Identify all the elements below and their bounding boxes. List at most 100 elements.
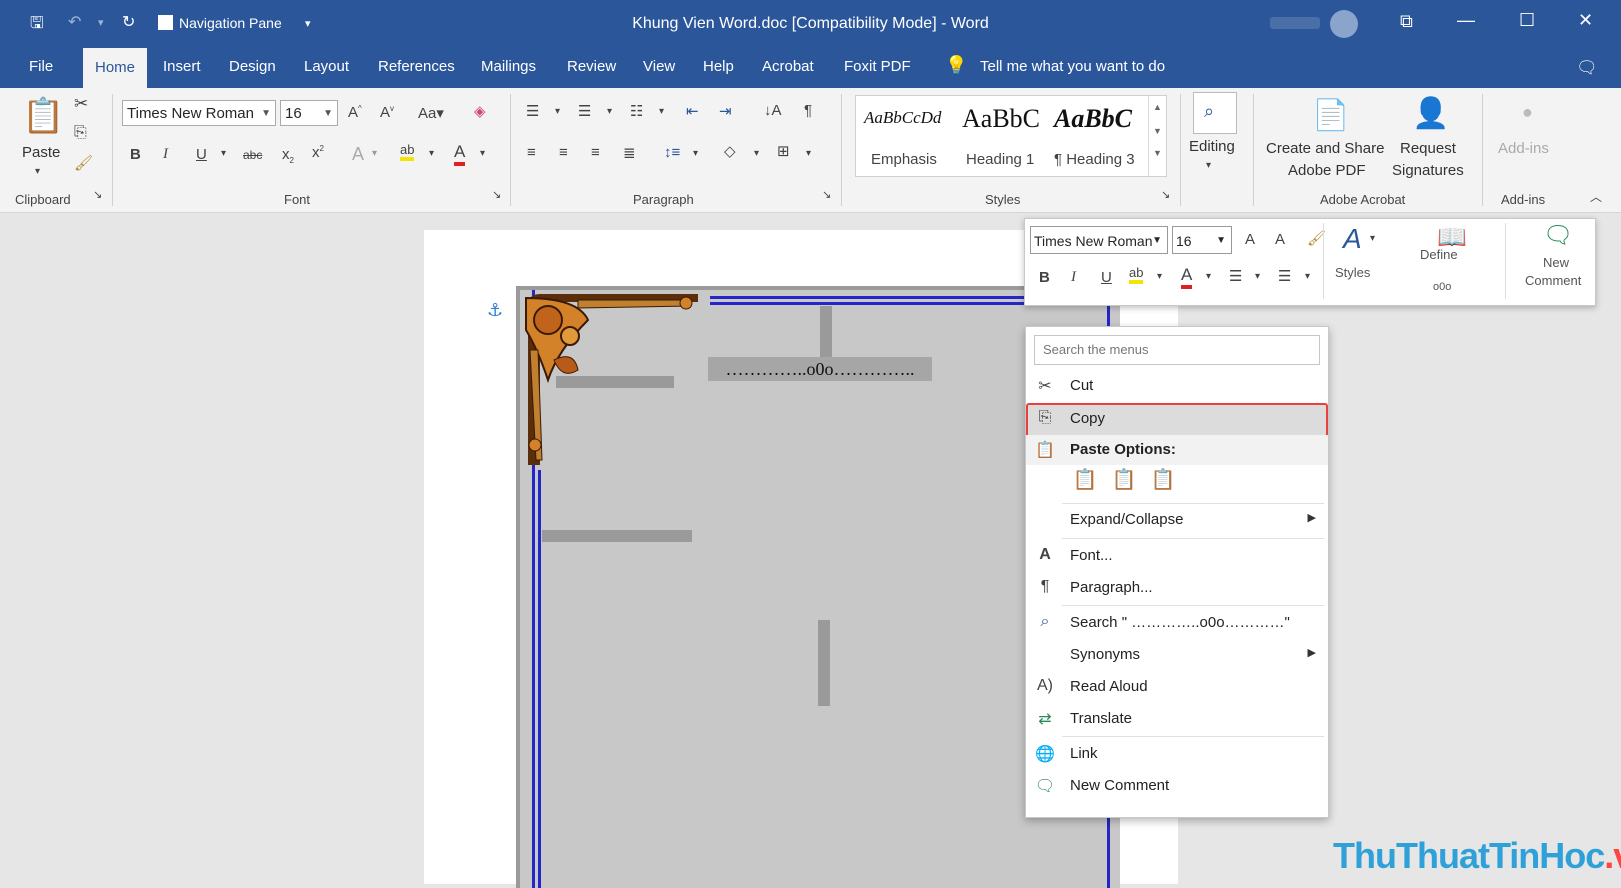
menu-item-new-comment[interactable]: 🗨 New Comment xyxy=(1026,771,1328,801)
bullets-icon[interactable]: ☰ xyxy=(526,102,539,120)
tab-review[interactable]: Review xyxy=(567,58,616,75)
shading-dropdown-icon[interactable]: ▾ xyxy=(754,148,759,159)
style-heading-1[interactable]: AaBbC Heading 1 xyxy=(954,96,1052,176)
underline-icon[interactable]: U xyxy=(196,146,207,163)
mini-styles-label[interactable]: Styles xyxy=(1335,265,1370,280)
menu-item-link[interactable]: 🌐 Link xyxy=(1026,739,1328,769)
bullets-dropdown-icon[interactable]: ▾ xyxy=(1255,271,1260,282)
editing-button[interactable]: ⌕ xyxy=(1193,92,1237,134)
maximize-button[interactable]: ☐ xyxy=(1519,10,1535,31)
align-center-icon[interactable]: ≡ xyxy=(559,144,568,161)
styles-dropdown-icon[interactable]: ▾ xyxy=(1370,233,1375,244)
mini-new-comment-label-1[interactable]: New xyxy=(1543,255,1569,270)
signature-icon[interactable]: 👤 xyxy=(1412,96,1449,131)
tab-foxit-pdf[interactable]: Foxit PDF xyxy=(844,58,911,75)
grow-font-icon[interactable]: A^ xyxy=(348,104,362,121)
tab-mailings[interactable]: Mailings xyxy=(481,58,536,75)
cut-icon[interactable]: ✂ xyxy=(74,94,88,114)
mini-define-label[interactable]: Define xyxy=(1420,247,1458,262)
tab-references[interactable]: References xyxy=(378,58,455,75)
new-comment-icon[interactable]: 🗨 xyxy=(1543,221,1573,250)
paste-text-only-icon[interactable]: 📋 xyxy=(1148,467,1178,499)
line-spacing-icon[interactable]: ↕≡ xyxy=(664,144,680,161)
paragraph-launcher-icon[interactable]: ↘ xyxy=(822,188,831,201)
show-formatting-icon[interactable]: ¶ xyxy=(804,102,812,119)
menu-item-font[interactable]: A Font... xyxy=(1026,541,1328,571)
menu-item-read-aloud[interactable]: A) Read Aloud xyxy=(1026,672,1328,702)
mini-font-name-combo[interactable]: Times New Roman ▼ xyxy=(1030,226,1168,254)
multilevel-list-icon[interactable]: ☷ xyxy=(630,102,643,120)
highlight-dropdown-icon[interactable]: ▾ xyxy=(429,148,434,159)
tab-acrobat[interactable]: Acrobat xyxy=(762,58,814,75)
align-left-icon[interactable]: ≡ xyxy=(527,144,536,161)
menu-item-expand-collapse[interactable]: Expand/Collapse ▶ xyxy=(1026,505,1328,535)
borders-icon[interactable]: ⊞ xyxy=(777,142,790,160)
tell-me-search[interactable]: Tell me what you want to do xyxy=(980,58,1165,75)
menu-item-translate[interactable]: ⇄ Translate xyxy=(1026,704,1328,734)
tab-design[interactable]: Design xyxy=(229,58,276,75)
clipboard-launcher-icon[interactable]: ↘ xyxy=(93,188,102,201)
text-effects-icon[interactable]: A xyxy=(352,144,364,165)
subscript-icon[interactable]: x2 xyxy=(282,146,294,165)
add-ins-icon[interactable]: ● xyxy=(1522,102,1533,123)
format-painter-icon[interactable]: 🖌 xyxy=(74,154,93,172)
paste-button[interactable]: Paste xyxy=(22,144,60,161)
borders-dropdown-icon[interactable]: ▾ xyxy=(806,148,811,159)
underline-icon[interactable]: U xyxy=(1101,269,1112,286)
text-effects-dropdown-icon[interactable]: ▾ xyxy=(372,148,377,159)
selected-text[interactable]: …………..o0o………….. xyxy=(708,357,932,381)
request-label[interactable]: Request xyxy=(1400,140,1456,157)
shrink-font-icon[interactable]: Av xyxy=(380,104,394,121)
add-ins-button[interactable]: Add-ins xyxy=(1498,140,1549,157)
tab-insert[interactable]: Insert xyxy=(163,58,201,75)
shrink-font-icon[interactable]: A xyxy=(1275,231,1285,248)
create-share-label[interactable]: Create and Share xyxy=(1266,140,1384,157)
styles-launcher-icon[interactable]: ↘ xyxy=(1161,188,1170,201)
tab-file[interactable]: File xyxy=(29,58,53,75)
styles-scroll[interactable]: ▲ ▼ ▼ xyxy=(1148,96,1166,176)
styles-icon[interactable]: A xyxy=(1343,223,1362,255)
style-emphasis[interactable]: AaBbCcDd Emphasis xyxy=(856,96,954,176)
font-color-icon[interactable]: A xyxy=(454,142,466,166)
font-size-combo[interactable]: 16 ▼ xyxy=(280,100,338,126)
signatures-label[interactable]: Signatures xyxy=(1392,162,1464,179)
italic-icon[interactable]: I xyxy=(1071,269,1076,286)
highlight-icon[interactable]: ab xyxy=(1129,265,1144,284)
copy-icon[interactable]: ⎘ xyxy=(74,124,87,142)
font-name-combo[interactable]: Times New Roman ▼ xyxy=(122,100,276,126)
numbering-icon[interactable]: ☰ xyxy=(578,102,591,120)
clear-formatting-icon[interactable]: ◈ xyxy=(474,102,486,120)
strikethrough-icon[interactable]: abc xyxy=(243,148,262,162)
bullets-icon[interactable]: ☰ xyxy=(1229,267,1242,285)
paste-dropdown-icon[interactable]: ▾ xyxy=(35,166,40,177)
font-color-icon[interactable]: A xyxy=(1181,265,1193,289)
multilevel-dropdown-icon[interactable]: ▾ xyxy=(659,106,664,117)
menu-item-search[interactable]: ⌕ Search " …………..o0o…………" xyxy=(1026,608,1328,638)
increase-indent-icon[interactable]: ⇥ xyxy=(719,102,732,120)
mini-font-size-combo[interactable]: 16 ▼ xyxy=(1172,226,1232,254)
paste-keep-source-icon[interactable]: 📋 xyxy=(1070,467,1100,499)
font-color-dropdown-icon[interactable]: ▾ xyxy=(480,148,485,159)
bold-icon[interactable]: B xyxy=(130,146,141,163)
paste-icon[interactable]: 📋 xyxy=(22,96,64,136)
editing-dropdown-icon[interactable]: ▾ xyxy=(1206,160,1211,171)
user-name[interactable] xyxy=(1270,17,1320,29)
minimize-button[interactable]: — xyxy=(1457,10,1475,31)
line-spacing-dropdown-icon[interactable]: ▾ xyxy=(693,148,698,159)
numbering-icon[interactable]: ☰ xyxy=(1278,267,1291,285)
font-launcher-icon[interactable]: ↘ xyxy=(492,188,501,201)
paste-merge-formatting-icon[interactable]: 📋 xyxy=(1109,467,1139,499)
comments-icon[interactable]: 🗨 xyxy=(1576,58,1598,78)
ribbon-display-icon[interactable]: ⧉ xyxy=(1400,11,1413,32)
create-pdf-icon[interactable]: 📄 xyxy=(1312,98,1349,133)
highlight-icon[interactable]: ab xyxy=(400,142,415,161)
tab-home[interactable]: Home xyxy=(83,48,148,88)
justify-icon[interactable]: ≣ xyxy=(623,144,636,162)
decrease-indent-icon[interactable]: ⇤ xyxy=(686,102,699,120)
underline-dropdown-icon[interactable]: ▾ xyxy=(221,148,226,159)
grow-font-icon[interactable]: A xyxy=(1245,231,1255,248)
adobe-pdf-label[interactable]: Adobe PDF xyxy=(1288,162,1366,179)
numbering-dropdown-icon[interactable]: ▾ xyxy=(607,106,612,117)
tab-view[interactable]: View xyxy=(643,58,675,75)
italic-icon[interactable]: I xyxy=(163,146,168,163)
